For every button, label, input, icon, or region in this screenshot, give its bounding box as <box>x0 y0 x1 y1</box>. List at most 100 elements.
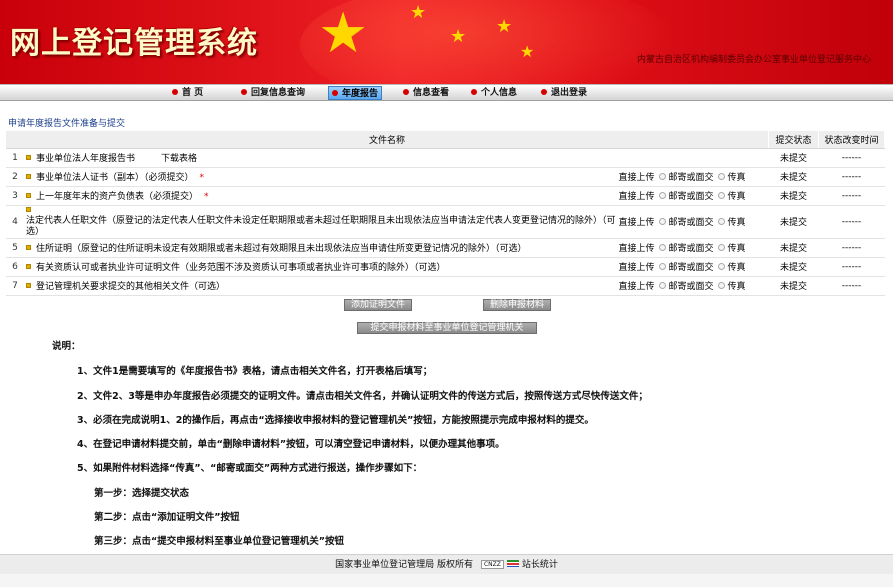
file-bullet-icon <box>26 245 31 250</box>
status-cell: 未提交 <box>768 238 819 258</box>
file-name-cell: 事业单位法人年度报告书 下载表格 <box>24 148 769 168</box>
nav-label: 回复信息查询 <box>251 88 306 98</box>
time-cell: ------ <box>818 186 885 206</box>
fax-radio[interactable] <box>717 173 725 180</box>
file-name-cell: 上一年度年末的资产负债表（必须提交） * <box>24 186 619 206</box>
row-number: 3 <box>6 186 24 206</box>
required-mark: * <box>199 173 205 183</box>
mail-radio[interactable] <box>658 218 666 225</box>
bullet-icon <box>172 89 178 95</box>
cnzz-logo[interactable]: CNZZ <box>480 560 504 569</box>
file-name-link[interactable]: 登记管理机关要求提交的其他相关文件（可选） <box>36 282 225 292</box>
nav-personal-info[interactable]: 个人信息 <box>471 86 517 100</box>
nav-label: 年度报告 <box>342 89 379 99</box>
bullet-icon <box>332 90 338 96</box>
nav-annual-report[interactable]: 年度报告 <box>328 86 383 100</box>
flag-star-icon: ★ <box>496 16 513 37</box>
flag-star-icon: ★ <box>520 42 535 61</box>
file-bullet-icon <box>26 155 31 160</box>
mail-radio[interactable] <box>658 173 666 180</box>
main-nav: 首 页 回复信息查询 年度报告 信息查看 个人信息 退出登录 <box>0 84 893 101</box>
table-header-row: 文件名称 提交状态 状态改变时间 <box>6 131 885 149</box>
status-cell: 未提交 <box>768 167 819 187</box>
fax-label: 传真 <box>727 218 746 228</box>
direct-upload-link[interactable]: 直接上传 <box>619 282 655 292</box>
file-bullet-icon <box>26 193 31 198</box>
step-item: 第三步：点击“提交申报材料至事业单位登记管理机关”按钮 <box>94 536 344 547</box>
file-name-link[interactable]: 有关资质认可或者执业许可证明文件（业务范围不涉及资质认可事项或者执业许可事项的除… <box>36 263 446 273</box>
bullet-icon <box>241 89 247 95</box>
nav-info-view[interactable]: 信息查看 <box>403 86 449 100</box>
nav-reply-query[interactable]: 回复信息查询 <box>241 86 305 100</box>
file-name-cell: 事业单位法人证书（副本）（必须提交） * <box>24 167 619 187</box>
column-header-time: 状态改变时间 <box>818 131 885 149</box>
mail-radio[interactable] <box>658 244 666 251</box>
nav-logout[interactable]: 退出登录 <box>541 86 587 100</box>
fax-radio[interactable] <box>717 244 725 251</box>
nav-label: 个人信息 <box>481 88 518 98</box>
direct-upload-link[interactable]: 直接上传 <box>619 263 655 273</box>
fax-radio[interactable] <box>717 263 725 270</box>
note-item: 3、必须在完成说明1、2的操作后，再点击“选择接收申报材料的登记管理机关”按钮，… <box>77 415 594 426</box>
fax-radio[interactable] <box>717 282 725 289</box>
fax-radio[interactable] <box>717 192 725 199</box>
time-cell: ------ <box>818 257 885 277</box>
nav-label: 退出登录 <box>551 88 588 98</box>
direct-upload-link[interactable]: 直接上传 <box>619 218 655 228</box>
bullet-icon <box>541 89 547 95</box>
direct-upload-link[interactable]: 直接上传 <box>619 192 655 202</box>
add-document-button[interactable]: 添加证明文件 <box>344 299 412 311</box>
fax-label: 传真 <box>727 173 746 183</box>
submit-materials-button[interactable]: 提交申报材料至事业单位登记管理机关 <box>357 322 537 334</box>
mail-label: 邮寄或面交 <box>668 192 714 202</box>
organization-name: 内蒙古自治区机构编制委员会办公室事业单位登记服务中心 <box>636 55 871 65</box>
mail-label: 邮寄或面交 <box>668 244 714 254</box>
site-stats-link[interactable]: 站长统计 <box>522 560 558 570</box>
mail-radio[interactable] <box>658 263 666 270</box>
copyright-text: 国家事业单位登记管理局 版权所有 <box>335 560 473 570</box>
fax-label: 传真 <box>727 282 746 292</box>
row-number: 2 <box>6 167 24 187</box>
row-number: 7 <box>6 276 24 296</box>
file-name-cell: 法定代表人任职文件（原登记的法定代表人任职文件未设定任职期限或者未超过任职期限且… <box>24 205 619 239</box>
transfer-options: 直接上传 邮寄或面交 传真 <box>618 238 769 258</box>
mail-radio[interactable] <box>658 192 666 199</box>
header-banner: ★ ★ ★ ★ ★ 网上登记管理系统 内蒙古自治区机构编制委员会办公室事业单位登… <box>0 0 893 84</box>
note-item: 2、文件2、3等是申办年度报告必须提交的证明文件。请点击相关文件名，并确认证明文… <box>77 391 648 402</box>
status-cell: 未提交 <box>768 148 819 168</box>
file-name-link[interactable]: 事业单位法人年度报告书 <box>36 154 135 164</box>
file-name-cell: 住所证明（原登记的住所证明未设定有效期限或者未超过有效期限且未出现依法应当申请住… <box>24 238 619 258</box>
bullet-icon <box>471 89 477 95</box>
mail-label: 邮寄或面交 <box>668 173 714 183</box>
mail-radio[interactable] <box>658 282 666 289</box>
flag-star-icon: ★ <box>410 2 427 23</box>
file-bullet-icon <box>26 283 31 288</box>
file-table: 文件名称 提交状态 状态改变时间 1 事业单位法人年度报告书 下载表格 未提交 -… <box>6 131 885 296</box>
file-name-link[interactable]: 上一年度年末的资产负债表（必须提交） <box>36 192 198 202</box>
transfer-options: 直接上传 邮寄或面交 传真 <box>618 205 769 239</box>
file-name-link[interactable]: 法定代表人任职文件（原登记的法定代表人任职文件未设定任职期限或者未超过任职期限且… <box>26 216 616 238</box>
file-bullet-icon <box>26 206 31 212</box>
table-row: 4 法定代表人任职文件（原登记的法定代表人任职文件未设定任职期限或者未超过任职期… <box>6 205 885 239</box>
required-mark: * <box>204 192 209 202</box>
section-title: 申请年度报告文件准备与提交 <box>8 119 126 129</box>
file-name-link[interactable]: 事业单位法人证书（副本）（必须提交） <box>36 173 194 183</box>
table-row: 3 上一年度年末的资产负债表（必须提交） * 直接上传 邮寄或面交 传真 未提交 --… <box>6 186 885 206</box>
nav-label: 首 页 <box>182 88 204 98</box>
time-cell: ------ <box>818 205 885 239</box>
download-form-link[interactable]: 下载表格 <box>161 154 197 164</box>
nav-home[interactable]: 首 页 <box>172 86 203 100</box>
fax-label: 传真 <box>727 244 746 254</box>
mail-label: 邮寄或面交 <box>668 263 714 273</box>
flag-star-icon: ★ <box>450 26 467 47</box>
delete-materials-button[interactable]: 删除申报材料 <box>483 299 551 311</box>
column-header-status: 提交状态 <box>768 131 819 149</box>
fax-radio[interactable] <box>717 218 725 225</box>
row-number: 5 <box>6 238 24 258</box>
notes-title: 说明： <box>52 341 81 352</box>
file-name-link[interactable]: 住所证明（原登记的住所证明未设定有效期限或者未超过有效期限且未出现依法应当申请住… <box>36 244 527 254</box>
status-cell: 未提交 <box>768 205 819 239</box>
table-row: 6 有关资质认可或者执业许可证明文件（业务范围不涉及资质认可事项或者执业许可事项… <box>6 257 885 277</box>
direct-upload-link[interactable]: 直接上传 <box>619 173 655 183</box>
direct-upload-link[interactable]: 直接上传 <box>619 244 655 254</box>
